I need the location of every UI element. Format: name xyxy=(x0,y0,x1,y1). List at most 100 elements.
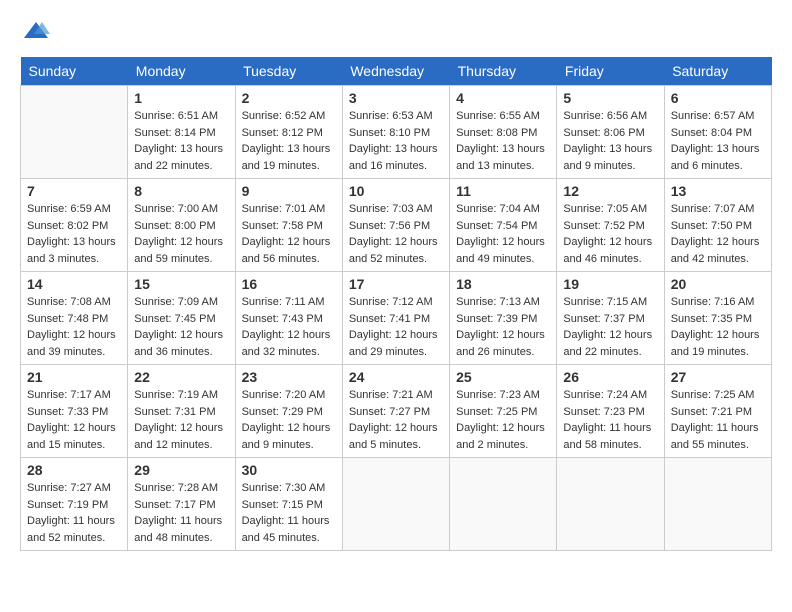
calendar-cell xyxy=(450,458,557,551)
day-number: 16 xyxy=(242,276,336,292)
day-info: Sunrise: 6:55 AM Sunset: 8:08 PM Dayligh… xyxy=(456,108,550,174)
day-info: Sunrise: 6:52 AM Sunset: 8:12 PM Dayligh… xyxy=(242,108,336,174)
day-info: Sunrise: 6:51 AM Sunset: 8:14 PM Dayligh… xyxy=(134,108,228,174)
logo-icon xyxy=(22,20,50,42)
calendar-cell: 15Sunrise: 7:09 AM Sunset: 7:45 PM Dayli… xyxy=(128,272,235,365)
calendar-cell: 2 Sunrise: 6:52 AM Sunset: 8:12 PM Daylig… xyxy=(235,86,342,179)
calendar-cell xyxy=(21,86,128,179)
header xyxy=(20,20,772,47)
day-number: 27 xyxy=(671,369,765,385)
day-info: Sunrise: 6:57 AM Sunset: 8:04 PM Dayligh… xyxy=(671,108,765,174)
calendar-cell: 29 Sunrise: 7:28 AM Sunset: 7:17 PM Dayli… xyxy=(128,458,235,551)
calendar-cell: 30 Sunrise: 7:30 AM Sunset: 7:15 PM Dayli… xyxy=(235,458,342,551)
day-number: 18 xyxy=(456,276,550,292)
calendar-cell: 8Sunrise: 7:00 AM Sunset: 8:00 PM Daylig… xyxy=(128,179,235,272)
day-info: Sunrise: 7:12 AM Sunset: 7:41 PM Dayligh… xyxy=(349,294,443,360)
day-number: 11 xyxy=(456,183,550,199)
day-number: 13 xyxy=(671,183,765,199)
week-row-1: 1 Sunrise: 6:51 AM Sunset: 8:14 PM Daylig… xyxy=(21,86,772,179)
calendar-cell: 11Sunrise: 7:04 AM Sunset: 7:54 PM Dayli… xyxy=(450,179,557,272)
day-number: 8 xyxy=(134,183,228,199)
day-number: 24 xyxy=(349,369,443,385)
day-info: Sunrise: 7:01 AM Sunset: 7:58 PM Dayligh… xyxy=(242,201,336,267)
day-number: 6 xyxy=(671,90,765,106)
header-day-thursday: Thursday xyxy=(450,57,557,86)
day-info: Sunrise: 7:27 AM Sunset: 7:19 PM Dayligh… xyxy=(27,480,121,546)
header-day-saturday: Saturday xyxy=(664,57,771,86)
day-number: 29 xyxy=(134,462,228,478)
calendar-cell: 12 Sunrise: 7:05 AM Sunset: 7:52 PM Dayli… xyxy=(557,179,664,272)
day-number: 19 xyxy=(563,276,657,292)
calendar-cell: 5 Sunrise: 6:56 AM Sunset: 8:06 PM Daylig… xyxy=(557,86,664,179)
header-day-wednesday: Wednesday xyxy=(342,57,449,86)
day-number: 12 xyxy=(563,183,657,199)
day-info: Sunrise: 7:28 AM Sunset: 7:17 PM Dayligh… xyxy=(134,480,228,546)
calendar-cell: 27 Sunrise: 7:25 AM Sunset: 7:21 PM Dayli… xyxy=(664,365,771,458)
calendar-cell: 25 Sunrise: 7:23 AM Sunset: 7:25 PM Dayli… xyxy=(450,365,557,458)
day-info: Sunrise: 7:08 AM Sunset: 7:48 PM Dayligh… xyxy=(27,294,121,360)
logo xyxy=(20,20,50,47)
day-number: 3 xyxy=(349,90,443,106)
day-number: 25 xyxy=(456,369,550,385)
day-number: 22 xyxy=(134,369,228,385)
week-row-5: 28 Sunrise: 7:27 AM Sunset: 7:19 PM Dayli… xyxy=(21,458,772,551)
calendar-cell: 18 Sunrise: 7:13 AM Sunset: 7:39 PM Dayli… xyxy=(450,272,557,365)
page-container: SundayMondayTuesdayWednesdayThursdayFrid… xyxy=(20,20,772,551)
calendar-table: SundayMondayTuesdayWednesdayThursdayFrid… xyxy=(20,57,772,551)
day-info: Sunrise: 7:23 AM Sunset: 7:25 PM Dayligh… xyxy=(456,387,550,453)
calendar-cell: 13 Sunrise: 7:07 AM Sunset: 7:50 PM Dayli… xyxy=(664,179,771,272)
day-info: Sunrise: 6:56 AM Sunset: 8:06 PM Dayligh… xyxy=(563,108,657,174)
calendar-cell: 7Sunrise: 6:59 AM Sunset: 8:02 PM Daylig… xyxy=(21,179,128,272)
day-info: Sunrise: 7:07 AM Sunset: 7:50 PM Dayligh… xyxy=(671,201,765,267)
day-number: 23 xyxy=(242,369,336,385)
day-info: Sunrise: 7:30 AM Sunset: 7:15 PM Dayligh… xyxy=(242,480,336,546)
calendar-cell: 28 Sunrise: 7:27 AM Sunset: 7:19 PM Dayli… xyxy=(21,458,128,551)
calendar-cell: 4Sunrise: 6:55 AM Sunset: 8:08 PM Daylig… xyxy=(450,86,557,179)
day-number: 2 xyxy=(242,90,336,106)
day-info: Sunrise: 7:16 AM Sunset: 7:35 PM Dayligh… xyxy=(671,294,765,360)
header-day-friday: Friday xyxy=(557,57,664,86)
calendar-cell xyxy=(557,458,664,551)
day-number: 14 xyxy=(27,276,121,292)
day-info: Sunrise: 6:53 AM Sunset: 8:10 PM Dayligh… xyxy=(349,108,443,174)
day-info: Sunrise: 7:20 AM Sunset: 7:29 PM Dayligh… xyxy=(242,387,336,453)
day-info: Sunrise: 7:24 AM Sunset: 7:23 PM Dayligh… xyxy=(563,387,657,453)
day-number: 21 xyxy=(27,369,121,385)
day-number: 28 xyxy=(27,462,121,478)
day-number: 30 xyxy=(242,462,336,478)
day-info: Sunrise: 7:13 AM Sunset: 7:39 PM Dayligh… xyxy=(456,294,550,360)
day-info: Sunrise: 7:03 AM Sunset: 7:56 PM Dayligh… xyxy=(349,201,443,267)
calendar-cell: 9Sunrise: 7:01 AM Sunset: 7:58 PM Daylig… xyxy=(235,179,342,272)
day-number: 17 xyxy=(349,276,443,292)
calendar-cell: 14 Sunrise: 7:08 AM Sunset: 7:48 PM Dayli… xyxy=(21,272,128,365)
header-day-sunday: Sunday xyxy=(21,57,128,86)
calendar-cell: 10 Sunrise: 7:03 AM Sunset: 7:56 PM Dayli… xyxy=(342,179,449,272)
calendar-cell: 21 Sunrise: 7:17 AM Sunset: 7:33 PM Dayli… xyxy=(21,365,128,458)
week-row-3: 14 Sunrise: 7:08 AM Sunset: 7:48 PM Dayli… xyxy=(21,272,772,365)
calendar-cell: 20 Sunrise: 7:16 AM Sunset: 7:35 PM Dayli… xyxy=(664,272,771,365)
day-info: Sunrise: 7:19 AM Sunset: 7:31 PM Dayligh… xyxy=(134,387,228,453)
header-row: SundayMondayTuesdayWednesdayThursdayFrid… xyxy=(21,57,772,86)
calendar-cell: 22 Sunrise: 7:19 AM Sunset: 7:31 PM Dayli… xyxy=(128,365,235,458)
day-info: Sunrise: 7:15 AM Sunset: 7:37 PM Dayligh… xyxy=(563,294,657,360)
day-number: 26 xyxy=(563,369,657,385)
calendar-cell: 17 Sunrise: 7:12 AM Sunset: 7:41 PM Dayli… xyxy=(342,272,449,365)
week-row-4: 21 Sunrise: 7:17 AM Sunset: 7:33 PM Dayli… xyxy=(21,365,772,458)
header-day-tuesday: Tuesday xyxy=(235,57,342,86)
day-number: 10 xyxy=(349,183,443,199)
day-info: Sunrise: 7:09 AM Sunset: 7:45 PM Dayligh… xyxy=(134,294,228,360)
calendar-cell: 19 Sunrise: 7:15 AM Sunset: 7:37 PM Dayli… xyxy=(557,272,664,365)
day-info: Sunrise: 7:05 AM Sunset: 7:52 PM Dayligh… xyxy=(563,201,657,267)
calendar-cell xyxy=(664,458,771,551)
day-info: Sunrise: 7:21 AM Sunset: 7:27 PM Dayligh… xyxy=(349,387,443,453)
day-info: Sunrise: 7:25 AM Sunset: 7:21 PM Dayligh… xyxy=(671,387,765,453)
calendar-cell xyxy=(342,458,449,551)
day-info: Sunrise: 7:17 AM Sunset: 7:33 PM Dayligh… xyxy=(27,387,121,453)
day-info: Sunrise: 7:11 AM Sunset: 7:43 PM Dayligh… xyxy=(242,294,336,360)
day-info: Sunrise: 6:59 AM Sunset: 8:02 PM Dayligh… xyxy=(27,201,121,267)
day-number: 5 xyxy=(563,90,657,106)
day-number: 20 xyxy=(671,276,765,292)
calendar-cell: 6 Sunrise: 6:57 AM Sunset: 8:04 PM Daylig… xyxy=(664,86,771,179)
day-number: 1 xyxy=(134,90,228,106)
calendar-cell: 26 Sunrise: 7:24 AM Sunset: 7:23 PM Dayli… xyxy=(557,365,664,458)
